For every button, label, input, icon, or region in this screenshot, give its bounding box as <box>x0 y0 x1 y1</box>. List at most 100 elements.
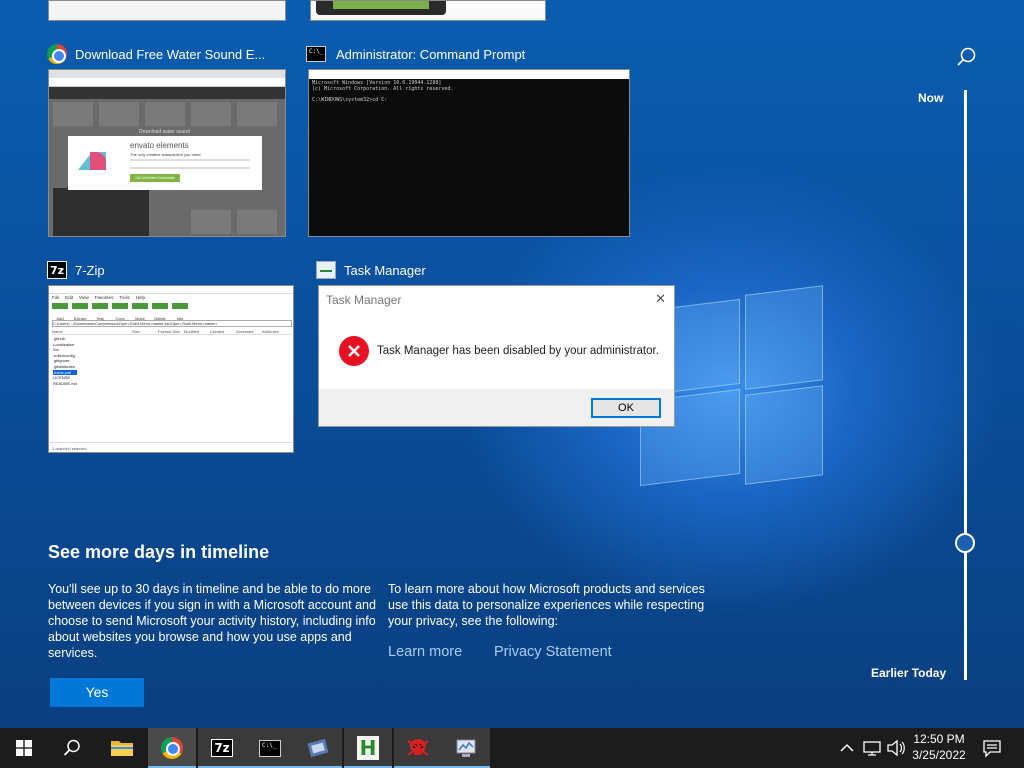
zip-column-header: Modified <box>184 329 200 334</box>
zip-column-header: Attributes <box>262 329 279 334</box>
timeline-handle[interactable] <box>955 533 975 553</box>
ok-button[interactable]: OK <box>591 398 661 418</box>
zip-tool-button: Test <box>92 303 108 321</box>
promo-right-line: To learn more about how Microsoft produc… <box>388 582 705 596</box>
search-icon <box>63 739 80 756</box>
zip-toolbar: Add Extract Test Copy Move Delete Info <box>52 303 188 321</box>
cmd-line-3: C:\WINDOWS\system32>cd C: <box>312 97 388 103</box>
thumbnail-task-manager[interactable]: Task Manager ✕ Task Manager has been dis… <box>318 285 675 427</box>
start-button[interactable] <box>0 728 48 768</box>
privacy-statement-link[interactable]: Privacy Statement <box>494 644 612 660</box>
promo-left-line: services. <box>48 646 98 660</box>
clock[interactable]: 12:50 PM 3/25/2022 <box>908 731 970 763</box>
zip-status: 1 object(s) selected <box>52 446 87 451</box>
window-title-cmd[interactable]: Administrator: Command Prompt <box>306 44 525 64</box>
error-icon <box>339 336 369 366</box>
zip-path: C:\Users\...\Downloads\Compressed\Open-S… <box>52 320 292 327</box>
zip-column-header: Size <box>132 329 140 334</box>
thumb-heading: Download water sound <box>139 129 190 135</box>
previous-thumbnail-left[interactable] <box>48 0 286 21</box>
timeline-earlier-label: Earlier Today <box>871 666 947 680</box>
command-prompt-icon <box>259 739 281 757</box>
window-title-7zip[interactable]: 7z 7-Zip <box>47 260 105 280</box>
thumbnail-chrome[interactable]: Download water sound envato elements The… <box>48 69 286 237</box>
taskbar-skull-app[interactable] <box>394 728 442 768</box>
zip-menu-item: File <box>52 295 60 300</box>
seven-zip-icon: 7z <box>211 739 233 757</box>
clock-date: 3/25/2022 <box>912 748 966 762</box>
timeline-scrollbar[interactable] <box>964 90 967 680</box>
taskbar-search-button[interactable] <box>48 728 96 768</box>
taskbar-h-app[interactable]: H <box>344 728 392 768</box>
window-title-task-manager[interactable]: Task Manager <box>316 260 426 280</box>
promo-left-line: You'll see up to 30 days in timeline and… <box>48 582 371 596</box>
dialog-message: Task Manager has been disabled by your a… <box>377 345 659 357</box>
promo-left-line: between devices if you sign in with a Mi… <box>48 598 376 612</box>
promo-left-line: choose to send Microsoft your activity h… <box>48 614 376 628</box>
zip-menu-item: Help <box>135 295 146 300</box>
dialog-title: Task Manager <box>326 293 402 307</box>
previous-thumbnail-right[interactable] <box>310 0 546 21</box>
zip-column-header: Accessed <box>236 329 254 334</box>
zip-menu-item: Favorites <box>94 295 114 300</box>
yes-button[interactable]: Yes <box>50 678 144 707</box>
film-icon <box>307 738 329 758</box>
promo-heading: See more days in timeline <box>48 542 270 562</box>
zip-tool-button: Add <box>52 303 68 321</box>
chrome-icon <box>161 737 183 759</box>
promo-left-line: about websites you browse and how you us… <box>48 630 352 644</box>
zip-tool-button: Info <box>172 303 188 321</box>
window-title-text: Download Free Water Sound E... <box>75 46 266 62</box>
search-icon[interactable] <box>955 46 977 68</box>
command-prompt-icon <box>306 44 326 64</box>
taskbar-chrome[interactable] <box>148 728 196 768</box>
taskbar-video-app[interactable] <box>294 728 342 768</box>
seven-zip-icon: 7z <box>47 260 67 280</box>
promo-right-line: your privacy, see the following: <box>388 614 558 628</box>
window-title-chrome[interactable]: Download Free Water Sound E... <box>47 44 265 64</box>
skull-icon <box>407 739 429 756</box>
window-title-text: 7-Zip <box>75 262 105 278</box>
zip-file-row: .gitattributes <box>53 363 75 369</box>
envato-ad-card: envato elements The only creative subscr… <box>68 136 262 190</box>
window-title-text: Task Manager <box>344 262 426 278</box>
zip-column-header: Name <box>52 329 63 334</box>
zip-file-row: README.md <box>53 380 77 386</box>
timeline-now-label: Now <box>918 91 944 105</box>
task-manager-icon <box>316 260 336 280</box>
volume-icon[interactable] <box>886 738 906 758</box>
promo-left-text: You'll see up to 30 days in timeline and… <box>48 581 378 661</box>
taskbar-7zip[interactable]: 7z <box>198 728 246 768</box>
taskbar-cmd[interactable] <box>246 728 294 768</box>
chrome-icon <box>47 44 67 64</box>
envato-button[interactable]: Get Unlimited Downloads <box>130 174 180 182</box>
zip-columns: Name Size Packed Size Modified Created Access… <box>52 329 292 335</box>
close-icon[interactable]: ✕ <box>655 291 666 307</box>
zip-file-list: .github Localization Src .editorconfig .giti… <box>53 336 77 386</box>
learn-more-link[interactable]: Learn more <box>388 644 462 660</box>
zip-column-header: Packed Size <box>158 329 181 334</box>
performance-monitor-icon <box>456 739 476 757</box>
zip-menubar: File Edit View Favorites Tools Help <box>52 295 145 300</box>
zip-menu-item: Edit <box>65 295 74 300</box>
taskbar-file-explorer[interactable] <box>98 728 146 768</box>
zip-tool-button: Copy <box>112 303 128 321</box>
network-icon[interactable] <box>862 738 882 758</box>
thumbnail-cmd[interactable]: Microsoft Windows [Version 10.0.19044.12… <box>308 69 630 237</box>
envato-tagline: The only creative subscription you need <box>130 152 201 157</box>
thumbnail-7zip[interactable]: File Edit View Favorites Tools Help Add Extrac… <box>48 285 294 453</box>
notification-center-icon[interactable] <box>982 738 1002 758</box>
zip-column-header: Created <box>210 329 225 334</box>
zip-menu-item: Tools <box>119 295 130 300</box>
zip-tool-button: Move <box>132 303 148 321</box>
clock-time: 12:50 PM <box>913 732 965 746</box>
window-title-text: Administrator: Command Prompt <box>336 46 526 62</box>
zip-menu-item: View <box>79 295 89 300</box>
windows-start-icon <box>16 740 32 756</box>
taskbar-monitor-app[interactable] <box>442 728 490 768</box>
zip-tool-button: Extract <box>72 303 88 321</box>
show-hidden-icons-chevron-icon[interactable] <box>838 738 856 758</box>
folder-icon <box>111 741 133 756</box>
cmd-line-2: (c) Microsoft Corporation. All rights re… <box>312 86 454 92</box>
envato-brand: envato elements <box>130 141 189 150</box>
